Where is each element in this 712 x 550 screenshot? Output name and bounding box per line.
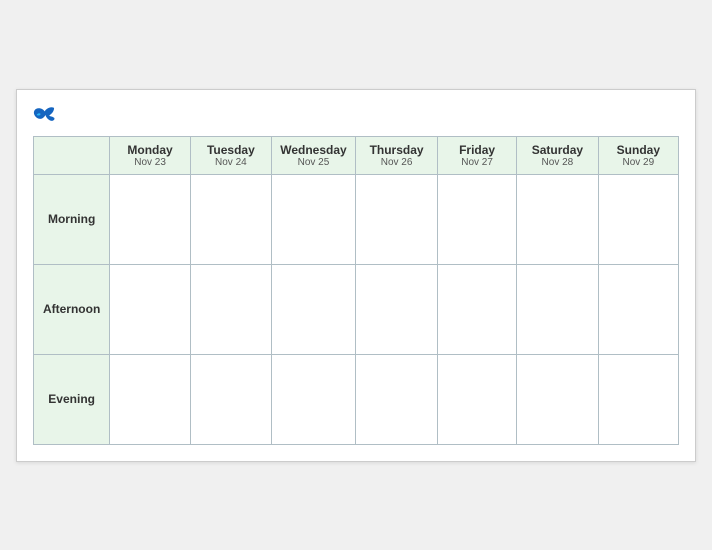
planner-cell[interactable]	[190, 174, 271, 264]
day-name: Tuesday	[195, 143, 267, 157]
day-name: Thursday	[360, 143, 433, 157]
planner-cell[interactable]	[110, 354, 191, 444]
logo-bird-icon	[33, 106, 55, 124]
planner-cell[interactable]	[110, 174, 191, 264]
planner-cell[interactable]	[517, 174, 599, 264]
planner-cell[interactable]	[356, 264, 438, 354]
planner-cell[interactable]	[438, 174, 517, 264]
planner-cell[interactable]	[517, 264, 599, 354]
table-header-day: FridayNov 27	[438, 136, 517, 174]
day-name: Wednesday	[276, 143, 351, 157]
planner-wrapper: MondayNov 23TuesdayNov 24WednesdayNov 25…	[16, 89, 696, 462]
planner-cell[interactable]	[190, 264, 271, 354]
row-label: Afternoon	[34, 264, 110, 354]
day-name: Friday	[442, 143, 512, 157]
day-date: Nov 26	[360, 157, 433, 168]
table-row: Afternoon	[34, 264, 679, 354]
planner-cell[interactable]	[356, 174, 438, 264]
planner-cell[interactable]	[271, 264, 355, 354]
planner-cell[interactable]	[356, 354, 438, 444]
table-header-day: MondayNov 23	[110, 136, 191, 174]
day-name: Monday	[114, 143, 186, 157]
day-date: Nov 27	[442, 157, 512, 168]
table-header-label	[34, 136, 110, 174]
planner-header	[33, 106, 679, 124]
day-date: Nov 29	[603, 157, 674, 168]
day-date: Nov 25	[276, 157, 351, 168]
table-row: Morning	[34, 174, 679, 264]
table-header-day: SundayNov 29	[598, 136, 678, 174]
day-name: Sunday	[603, 143, 674, 157]
planner-cell[interactable]	[598, 264, 678, 354]
planner-cell[interactable]	[110, 264, 191, 354]
planner-cell[interactable]	[598, 174, 678, 264]
planner-table: MondayNov 23TuesdayNov 24WednesdayNov 25…	[33, 136, 679, 445]
planner-cell[interactable]	[438, 354, 517, 444]
row-label: Morning	[34, 174, 110, 264]
logo-area	[33, 106, 59, 124]
table-header-day: WednesdayNov 25	[271, 136, 355, 174]
planner-cell[interactable]	[598, 354, 678, 444]
day-date: Nov 28	[521, 157, 594, 168]
table-header-day: SaturdayNov 28	[517, 136, 599, 174]
table-row: Evening	[34, 354, 679, 444]
table-header-day: ThursdayNov 26	[356, 136, 438, 174]
planner-cell[interactable]	[438, 264, 517, 354]
row-label: Evening	[34, 354, 110, 444]
day-date: Nov 23	[114, 157, 186, 168]
planner-cell[interactable]	[190, 354, 271, 444]
table-header-day: TuesdayNov 24	[190, 136, 271, 174]
day-date: Nov 24	[195, 157, 267, 168]
planner-cell[interactable]	[271, 174, 355, 264]
day-name: Saturday	[521, 143, 594, 157]
planner-cell[interactable]	[271, 354, 355, 444]
planner-cell[interactable]	[517, 354, 599, 444]
